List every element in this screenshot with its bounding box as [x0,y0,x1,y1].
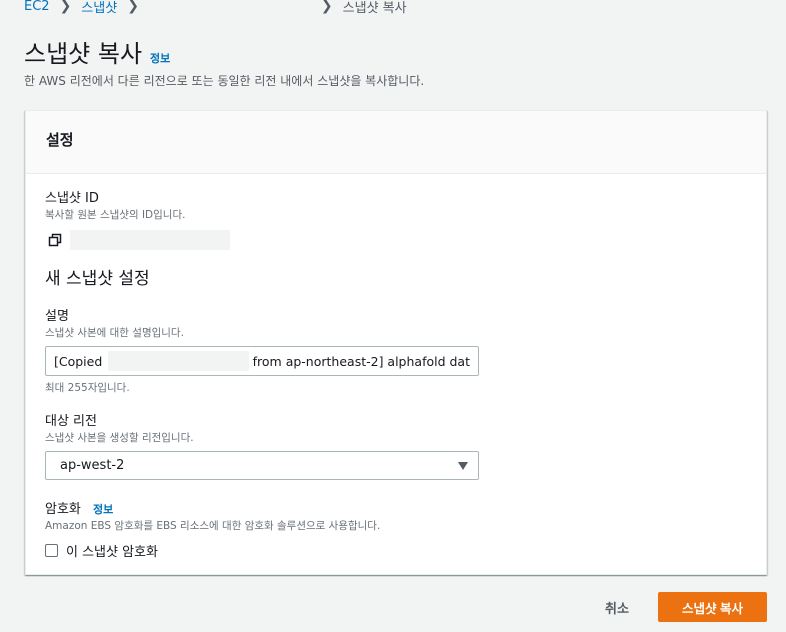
destination-region-description: 스냅샷 사본을 생성할 리전입니다. [45,432,194,444]
encryption-label: 암호화 [45,502,81,517]
breadcrumb-ec2-link[interactable]: EC2 [24,0,50,14]
page-title: 스냅샷 복사 [24,40,143,68]
caret-down-icon [458,461,468,470]
encryption-label-row: 암호화 정보 [45,498,380,517]
copy-snapshot-button[interactable]: 스냅샷 복사 [658,592,767,622]
chevron-right-icon: ❯ [127,0,139,14]
page-header: 스냅샷 복사 정보 [24,34,170,69]
chevron-right-icon: ❯ [59,0,72,14]
snapshot-id-field: 스냅샷 ID 복사할 원본 스냅샷의 ID입니다. [45,187,230,250]
copy-icon[interactable] [48,233,62,247]
encrypt-snapshot-option[interactable]: 이 스냅샷 암호화 [45,541,380,560]
settings-panel: 설정 스냅샷 ID 복사할 원본 스냅샷의 ID입니다. 새 스냅샷 설정 설명… [25,110,767,575]
snapshot-id-redacted [70,230,230,250]
breadcrumb-current: 스냅샷 복사 [342,0,407,16]
chevron-right-icon: ❯ [320,0,333,14]
encryption-description: Amazon EBS 암호화를 EBS 리소스에 대한 암호화 솔루션으로 사용… [45,520,381,532]
description-char-limit: 최대 255자입니다. [45,382,130,394]
destination-region-field: 대상 리전 스냅샷 사본을 생성할 리전입니다. ap-west-2 [45,410,479,480]
destination-region-select[interactable]: ap-west-2 [45,451,479,480]
description-value-prefix: [Copied [54,353,103,369]
breadcrumb-snapshots-link[interactable]: 스냅샷 [81,0,117,16]
encrypt-snapshot-label: 이 스냅샷 암호화 [66,545,158,560]
destination-region-label: 대상 리전 [45,414,97,429]
snapshot-id-label: 스냅샷 ID [45,191,99,206]
description-input[interactable]: [Copied from ap-northeast-2] alphafold d… [45,346,479,376]
snapshot-id-description: 복사할 원본 스냅샷의 ID입니다. [45,209,186,221]
description-field: 설명 스냅샷 사본에 대한 설명입니다. [Copied from ap-nor… [45,305,479,395]
settings-title: 설정 [46,131,74,149]
description-help: 스냅샷 사본에 대한 설명입니다. [45,327,184,339]
breadcrumb: EC2 ❯ 스냅샷 ❯ ❯ 스냅샷 복사 [24,0,407,16]
snapshot-id-value-row [45,230,230,250]
description-value-suffix: from ap-northeast-2] alphafold dat [252,353,470,369]
encryption-field: 암호화 정보 Amazon EBS 암호화를 EBS 리소스에 대한 암호화 솔… [45,498,380,560]
encryption-info-link[interactable]: 정보 [93,503,113,516]
new-snapshot-settings-title: 새 스냅샷 설정 [45,269,150,289]
cancel-button[interactable]: 취소 [594,592,640,622]
description-redacted [108,351,249,371]
settings-panel-header: 설정 [26,111,766,174]
page-description: 한 AWS 리전에서 다른 리전으로 또는 동일한 리전 내에서 스냅샷을 복사… [24,74,425,88]
page-info-link[interactable]: 정보 [150,50,170,66]
description-label: 설명 [45,309,69,324]
destination-region-value: ap-west-2 [60,458,125,473]
encrypt-snapshot-checkbox[interactable] [45,544,58,557]
